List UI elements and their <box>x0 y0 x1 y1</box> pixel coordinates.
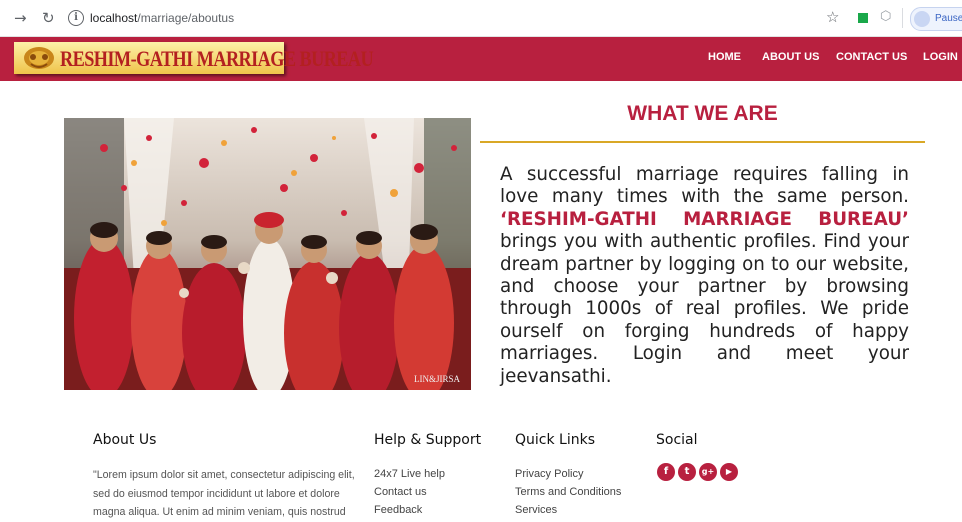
extension-shield-icon[interactable]: ⬡ <box>880 9 891 24</box>
nav-home[interactable]: HOME <box>708 50 741 64</box>
about-text-intro: A successful marriage requires falling i… <box>500 164 909 208</box>
reload-icon[interactable]: ↻ <box>42 9 55 27</box>
footer-link-privacy-policy[interactable]: Privacy Policy <box>515 467 583 481</box>
logo-text: RESHIM-GATHI MARRIAGE BUREAU <box>60 46 374 71</box>
footer-link-live-help[interactable]: 24x7 Live help <box>374 467 445 481</box>
site-header: RESHIM-GATHI MARRIAGE BUREAU HOME ABOUT … <box>0 37 962 81</box>
wedding-photo: LIN&JIRSA <box>64 118 471 390</box>
nav-contact-us[interactable]: CONTACT US <box>836 50 907 64</box>
address-bar[interactable]: localhost/marriage/aboutus <box>90 9 234 27</box>
info-icon[interactable]: i <box>68 10 84 26</box>
footer-about-text: "Lorem ipsum dolor sit amet, consectetur… <box>93 469 355 518</box>
twitter-icon[interactable]: t <box>678 463 696 481</box>
toolbar-divider <box>902 8 903 28</box>
about-text-body: brings you with authentic profiles. Find… <box>500 231 909 387</box>
footer-quick-heading: Quick Links <box>515 432 596 448</box>
footer-link-services[interactable]: Services <box>515 503 557 517</box>
facebook-icon[interactable]: f <box>657 463 675 481</box>
footer-link-terms[interactable]: Terms and Conditions <box>515 485 621 499</box>
nav-about-us[interactable]: ABOUT US <box>762 50 819 64</box>
profile-status-label: Paused <box>935 13 962 24</box>
youtube-icon[interactable]: ▶ <box>720 463 738 481</box>
url-host: localhost <box>90 11 138 25</box>
footer-about-heading: About Us <box>93 432 157 448</box>
profile-button[interactable]: Paused <box>910 7 962 31</box>
photo-watermark: LIN&JIRSA <box>414 374 461 384</box>
brand-name: ‘RESHIM-GATHI MARRIAGE BUREAU’ <box>500 208 909 230</box>
footer-link-feedback[interactable]: Feedback <box>374 503 422 517</box>
avatar-icon <box>914 11 930 27</box>
back-arrow-icon[interactable]: → <box>14 9 27 27</box>
extension-green-icon[interactable] <box>858 13 868 23</box>
site-logo[interactable]: RESHIM-GATHI MARRIAGE BUREAU <box>14 42 374 74</box>
url-path: /marriage/aboutus <box>137 11 235 25</box>
emblem-icon <box>24 47 54 69</box>
about-paragraph: A successful marriage requires falling i… <box>500 164 909 388</box>
title-divider <box>480 141 925 143</box>
browser-toolbar: → ↻ i localhost/marriage/aboutus ☆ ⬡ Pau… <box>0 0 962 37</box>
nav-login[interactable]: LOGIN <box>923 50 958 64</box>
google-plus-icon[interactable]: g+ <box>699 463 717 481</box>
footer-link-contact-us[interactable]: Contact us <box>374 485 427 499</box>
bookmark-star-icon[interactable]: ☆ <box>826 8 839 26</box>
footer-social-heading: Social <box>656 432 698 448</box>
footer-help-heading: Help & Support <box>374 432 482 448</box>
page-title: WHAT WE ARE <box>627 102 778 125</box>
